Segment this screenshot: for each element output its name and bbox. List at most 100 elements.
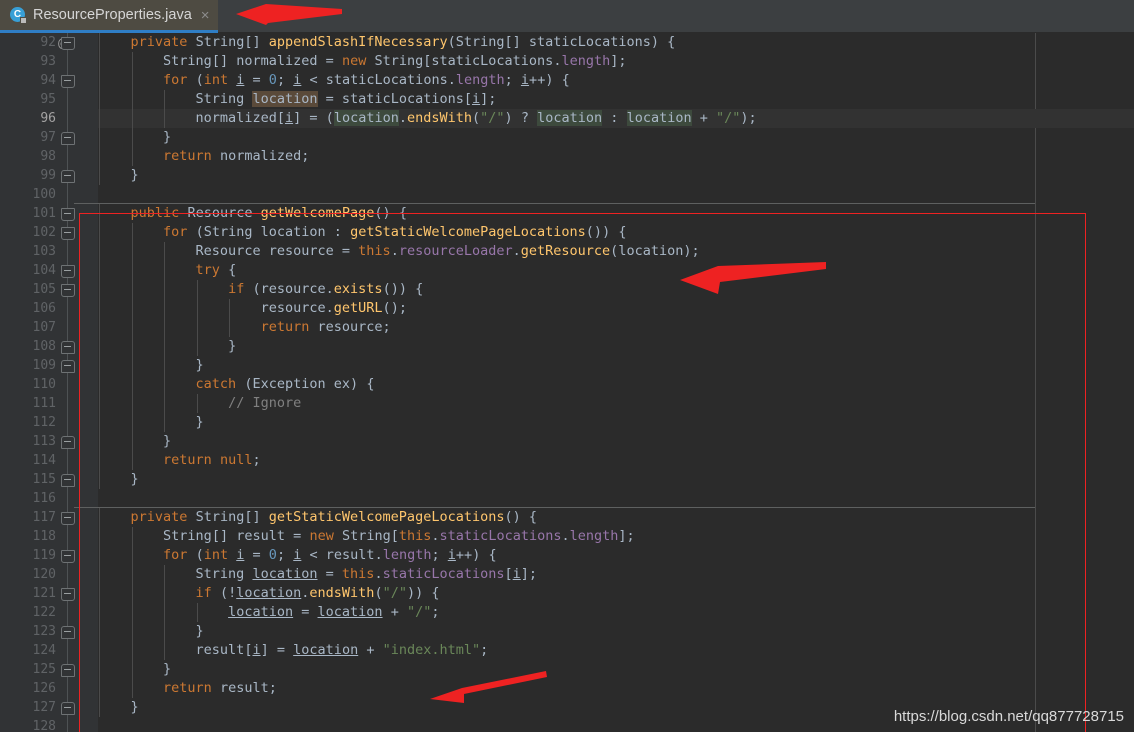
code-line[interactable]: 117 private String[] getStaticWelcomePage… <box>0 508 1134 527</box>
code-line[interactable]: 125} <box>0 660 1134 679</box>
fold-toggle-icon[interactable] <box>61 360 75 373</box>
code-text: resource.getURL(); <box>260 300 407 316</box>
line-number: 111 <box>32 396 56 411</box>
code-line[interactable]: 121 if (!location.endsWith("/")) { <box>0 584 1134 603</box>
code-text: location = location + "/"; <box>228 604 440 620</box>
code-line[interactable]: 119 for (int i = 0; i < result.length; i+… <box>0 546 1134 565</box>
code-line[interactable]: 100 <box>0 185 1134 204</box>
fold-toggle-icon[interactable] <box>61 664 75 677</box>
code-line[interactable]: 106 resource.getURL(); <box>0 299 1134 318</box>
line-number: 102 <box>32 225 56 240</box>
line-number: 120 <box>32 567 56 582</box>
fold-toggle-icon[interactable] <box>61 512 75 525</box>
indent-guide <box>99 432 100 451</box>
fold-toggle-icon[interactable] <box>61 265 75 278</box>
indent-guide <box>131 584 133 603</box>
indent-guide <box>99 603 100 622</box>
code-line[interactable]: 105 if (resource.exists()) { <box>0 280 1134 299</box>
indent-guide <box>99 280 100 299</box>
indent-guide <box>99 356 100 375</box>
indent-guide <box>99 641 100 660</box>
code-line[interactable]: 97} <box>0 128 1134 147</box>
code-line[interactable]: 116 <box>0 489 1134 508</box>
fold-toggle-icon[interactable] <box>61 550 75 563</box>
code-lines-container[interactable]: 92 @ private String[] appendSlashIfNecessa… <box>0 33 1134 732</box>
fold-toggle-icon[interactable] <box>61 702 75 715</box>
code-line[interactable]: 114 return null; <box>0 451 1134 470</box>
fold-toggle-icon[interactable] <box>61 341 75 354</box>
code-line[interactable]: 102 for (String location : getStaticWelco… <box>0 223 1134 242</box>
line-number: 112 <box>32 415 56 430</box>
fold-toggle-icon[interactable] <box>61 37 75 50</box>
indent-guide <box>164 280 166 299</box>
indent-guide <box>131 337 133 356</box>
indent-guide <box>131 356 133 375</box>
code-line[interactable]: 113} <box>0 432 1134 451</box>
method-separator <box>74 507 1035 508</box>
code-line[interactable]: 98 return normalized; <box>0 147 1134 166</box>
line-number: 94 <box>40 73 56 88</box>
code-line[interactable]: 108} <box>0 337 1134 356</box>
code-line[interactable]: 118 String[] result = new String[this.sta… <box>0 527 1134 546</box>
code-line[interactable]: 120 String location = this.staticLocation… <box>0 565 1134 584</box>
fold-toggle-icon[interactable] <box>61 75 75 88</box>
fold-toggle-icon[interactable] <box>61 170 75 183</box>
code-line[interactable]: 96 normalized[i] = (location.endsWith("/"… <box>0 109 1134 128</box>
indent-guide <box>131 90 133 109</box>
code-line[interactable]: 95 String location = staticLocations[i]; <box>0 90 1134 109</box>
editor-tab-resourceproperties[interactable]: C ResourceProperties.java × <box>0 0 218 33</box>
indent-guide <box>99 52 100 71</box>
code-line[interactable]: 93 String[] normalized = new String[stati… <box>0 52 1134 71</box>
indent-guide <box>131 375 133 394</box>
fold-toggle-icon[interactable] <box>61 284 75 297</box>
close-icon[interactable]: × <box>201 8 210 23</box>
code-line[interactable]: 99} <box>0 166 1134 185</box>
line-highlight <box>98 489 1134 508</box>
code-line[interactable]: 107 return resource; <box>0 318 1134 337</box>
fold-toggle-icon[interactable] <box>61 588 75 601</box>
code-line[interactable]: 101 public Resource getWelcomePage() { <box>0 204 1134 223</box>
line-number: 119 <box>32 548 56 563</box>
fold-toggle-icon[interactable] <box>61 626 75 639</box>
line-highlight <box>98 660 1134 679</box>
fold-toggle-icon[interactable] <box>61 208 75 221</box>
code-text: } <box>228 338 237 354</box>
code-text: for (String location : getStaticWelcomeP… <box>163 224 627 240</box>
fold-toggle-icon[interactable] <box>61 474 75 487</box>
code-line[interactable]: 112} <box>0 413 1134 432</box>
code-line[interactable]: 115} <box>0 470 1134 489</box>
indent-guide <box>131 679 133 698</box>
code-text: return result; <box>163 680 277 696</box>
indent-guide <box>131 622 133 641</box>
indent-guide <box>131 280 133 299</box>
code-text: private String[] getStaticWelcomePageLoc… <box>130 509 538 525</box>
code-text: } <box>163 661 172 677</box>
fold-toggle-icon[interactable] <box>61 132 75 145</box>
code-line[interactable]: 110 catch (Exception ex) { <box>0 375 1134 394</box>
code-text: public Resource getWelcomePage() { <box>130 205 407 221</box>
code-line[interactable]: 124 result[i] = location + "index.html"; <box>0 641 1134 660</box>
line-number: 117 <box>32 510 56 525</box>
code-line[interactable]: 111 // Ignore <box>0 394 1134 413</box>
code-line[interactable]: 123} <box>0 622 1134 641</box>
line-number: 95 <box>40 92 56 107</box>
editor-tab-label: ResourceProperties.java <box>33 7 192 23</box>
line-number: 105 <box>32 282 56 297</box>
code-editor[interactable]: 92 @ private String[] appendSlashIfNecessa… <box>0 33 1134 732</box>
fold-toggle-icon[interactable] <box>61 436 75 449</box>
line-highlight <box>98 128 1134 147</box>
code-line[interactable]: 126 return result; <box>0 679 1134 698</box>
fold-toggle-icon[interactable] <box>61 227 75 240</box>
code-text: } <box>130 167 139 183</box>
indent-guide <box>99 223 100 242</box>
code-line[interactable]: 122 location = location + "/"; <box>0 603 1134 622</box>
code-line[interactable]: 92 @ private String[] appendSlashIfNecessa… <box>0 33 1134 52</box>
code-line[interactable]: 103 Resource resource = this.resourceLoad… <box>0 242 1134 261</box>
indent-guide <box>164 375 166 394</box>
code-line[interactable]: 104 try { <box>0 261 1134 280</box>
code-line[interactable]: 109} <box>0 356 1134 375</box>
code-text: return null; <box>163 452 261 468</box>
line-highlight <box>98 299 1134 318</box>
code-line[interactable]: 94 for (int i = 0; i < staticLocations.le… <box>0 71 1134 90</box>
indent-guide <box>164 356 166 375</box>
